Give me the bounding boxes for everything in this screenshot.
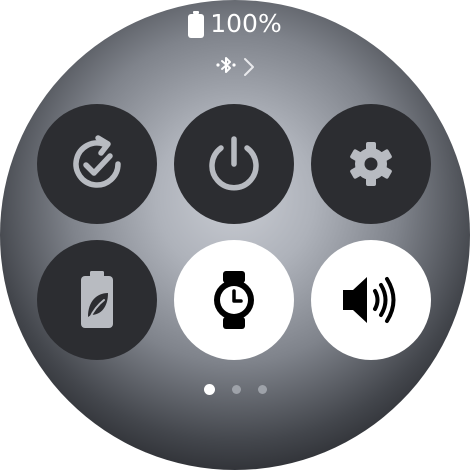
settings-button[interactable] [311,104,431,224]
sound-mode-button[interactable] [311,240,431,360]
watch-only-mode-button[interactable] [174,240,294,360]
chevron-right-icon [242,56,256,78]
status-bar: 100% [0,9,470,39]
power-button[interactable] [174,104,294,224]
page-dot-active[interactable] [203,384,215,395]
sync-toggle-button[interactable] [37,104,157,224]
page-dot[interactable] [257,385,267,394]
watch-clock-icon [204,265,264,335]
page-dot[interactable] [231,385,241,394]
gear-icon [339,132,403,196]
battery-percentage: 100% [210,9,282,38]
sync-check-icon [64,131,130,197]
bluetooth-icon [214,54,238,80]
page-indicator [0,384,470,395]
power-icon [201,131,267,197]
quick-panel: 100% [0,0,470,470]
speaker-volume-icon [337,268,405,332]
battery-full-icon [188,10,205,38]
power-saving-button[interactable] [37,240,157,360]
battery-leaf-icon [67,265,127,335]
bluetooth-status-button[interactable] [0,54,470,80]
